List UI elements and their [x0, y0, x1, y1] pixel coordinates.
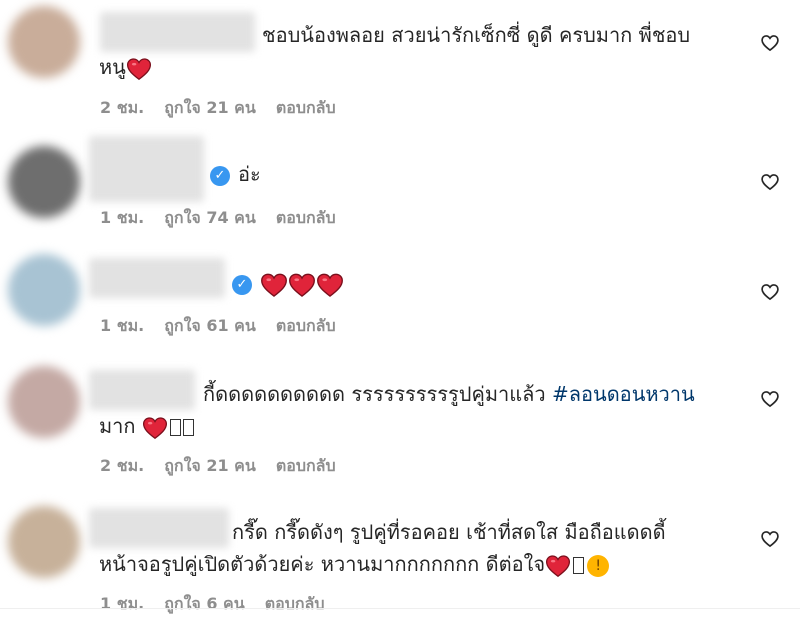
comment-text: ชอบน้องพลอย สวยน่ารักเซ็กซี่ ดูดี ครบมาก…: [262, 23, 691, 47]
avatar[interactable]: [8, 506, 80, 578]
like-heart-icon[interactable]: [760, 389, 780, 409]
red-heart-emoji-icon: [142, 415, 168, 441]
red-heart-emoji-icon: [545, 553, 571, 579]
divider: [0, 608, 800, 609]
like-count[interactable]: ถูกใจ 21 คน: [164, 98, 256, 117]
comment-meta: 1 ชม. ถูกใจ 61 คน ตอบกลับ: [100, 314, 356, 339]
username-blurred[interactable]: [89, 136, 204, 202]
comment-text: กี้ดดดดดดดดดด รรรรรรรรรรูปคู่มาแล้ว #ลอน…: [203, 378, 695, 410]
avatar[interactable]: [8, 146, 80, 218]
comment-text: กรี๊ด กรี๊ดดังๆ รูปคู่ที่รอคอย เช้าที่สด…: [232, 520, 666, 544]
comment-text-line2: มาก: [99, 414, 142, 438]
red-heart-emoji-icon: [288, 271, 316, 299]
like-heart-icon[interactable]: [760, 33, 780, 53]
red-heart-emoji-icon: [126, 56, 152, 82]
comment-time: 2 ชม.: [100, 456, 145, 475]
reply-button[interactable]: ตอบกลับ: [276, 98, 336, 117]
like-heart-icon[interactable]: [760, 282, 780, 302]
avatar[interactable]: [8, 254, 80, 326]
reply-button[interactable]: ตอบกลับ: [276, 456, 336, 475]
like-count[interactable]: ถูกใจ 6 คน: [164, 594, 245, 613]
comment-text-body: กี้ดดดดดดดดดด รรรรรรรรรรูปคู่มาแล้ว: [203, 382, 552, 406]
missing-glyph-icon: [573, 557, 585, 574]
comment-meta: 1 ชม. ถูกใจ 74 คน ตอบกลับ: [100, 206, 356, 231]
comment-time: 1 ชม.: [100, 316, 145, 335]
red-heart-emoji-icon: [316, 271, 344, 299]
comment-text: ✓: [232, 267, 344, 299]
username-blurred[interactable]: [100, 12, 255, 52]
verified-badge-icon: ✓: [210, 165, 230, 186]
red-heart-emoji-icon: [260, 271, 288, 299]
like-count[interactable]: ถูกใจ 74 คน: [164, 208, 256, 227]
comment-time: 1 ชม.: [100, 594, 145, 613]
comment-meta: 2 ชม. ถูกใจ 21 คน ตอบกลับ: [100, 96, 356, 121]
comment-text-body: อ่ะ: [238, 162, 261, 186]
reply-button[interactable]: ตอบกลับ: [276, 208, 336, 227]
screaming-face-emoji-icon: !: [587, 554, 610, 577]
comment-text-continued: หนู: [99, 51, 152, 83]
hashtag-link[interactable]: #ลอนดอนหวาน: [552, 382, 695, 406]
missing-glyph-icon: [182, 419, 194, 436]
like-heart-icon[interactable]: [760, 172, 780, 192]
comment-text: ✓ อ่ะ: [210, 158, 261, 190]
verified-badge-icon: ✓: [232, 274, 252, 295]
comment-text-continued: มาก: [99, 410, 194, 442]
username-blurred[interactable]: [89, 258, 225, 298]
avatar[interactable]: [8, 6, 80, 78]
avatar[interactable]: [8, 366, 80, 438]
comment-text-line2: หน้าจอรูปคู่เปิดตัวด้วยค่ะ หวานมากกกกกกก…: [99, 552, 546, 576]
reply-button[interactable]: ตอบกลับ: [265, 594, 325, 613]
like-count[interactable]: ถูกใจ 21 คน: [164, 456, 256, 475]
comment-meta: 2 ชม. ถูกใจ 21 คน ตอบกลับ: [100, 454, 356, 479]
like-count[interactable]: ถูกใจ 61 คน: [164, 316, 256, 335]
username-blurred[interactable]: [89, 370, 195, 410]
missing-glyph-icon: [169, 419, 181, 436]
username-blurred[interactable]: [89, 508, 229, 548]
comment-meta: 1 ชม. ถูกใจ 6 คน ตอบกลับ: [100, 592, 345, 617]
comment-text-continued: หน้าจอรูปคู่เปิดตัวด้วยค่ะ หวานมากกกกกกก…: [99, 548, 610, 580]
like-heart-icon[interactable]: [760, 529, 780, 549]
comment-time: 2 ชม.: [100, 98, 145, 117]
comment-text-line2: หนู: [99, 55, 126, 79]
comment-time: 1 ชม.: [100, 208, 145, 227]
reply-button[interactable]: ตอบกลับ: [276, 316, 336, 335]
